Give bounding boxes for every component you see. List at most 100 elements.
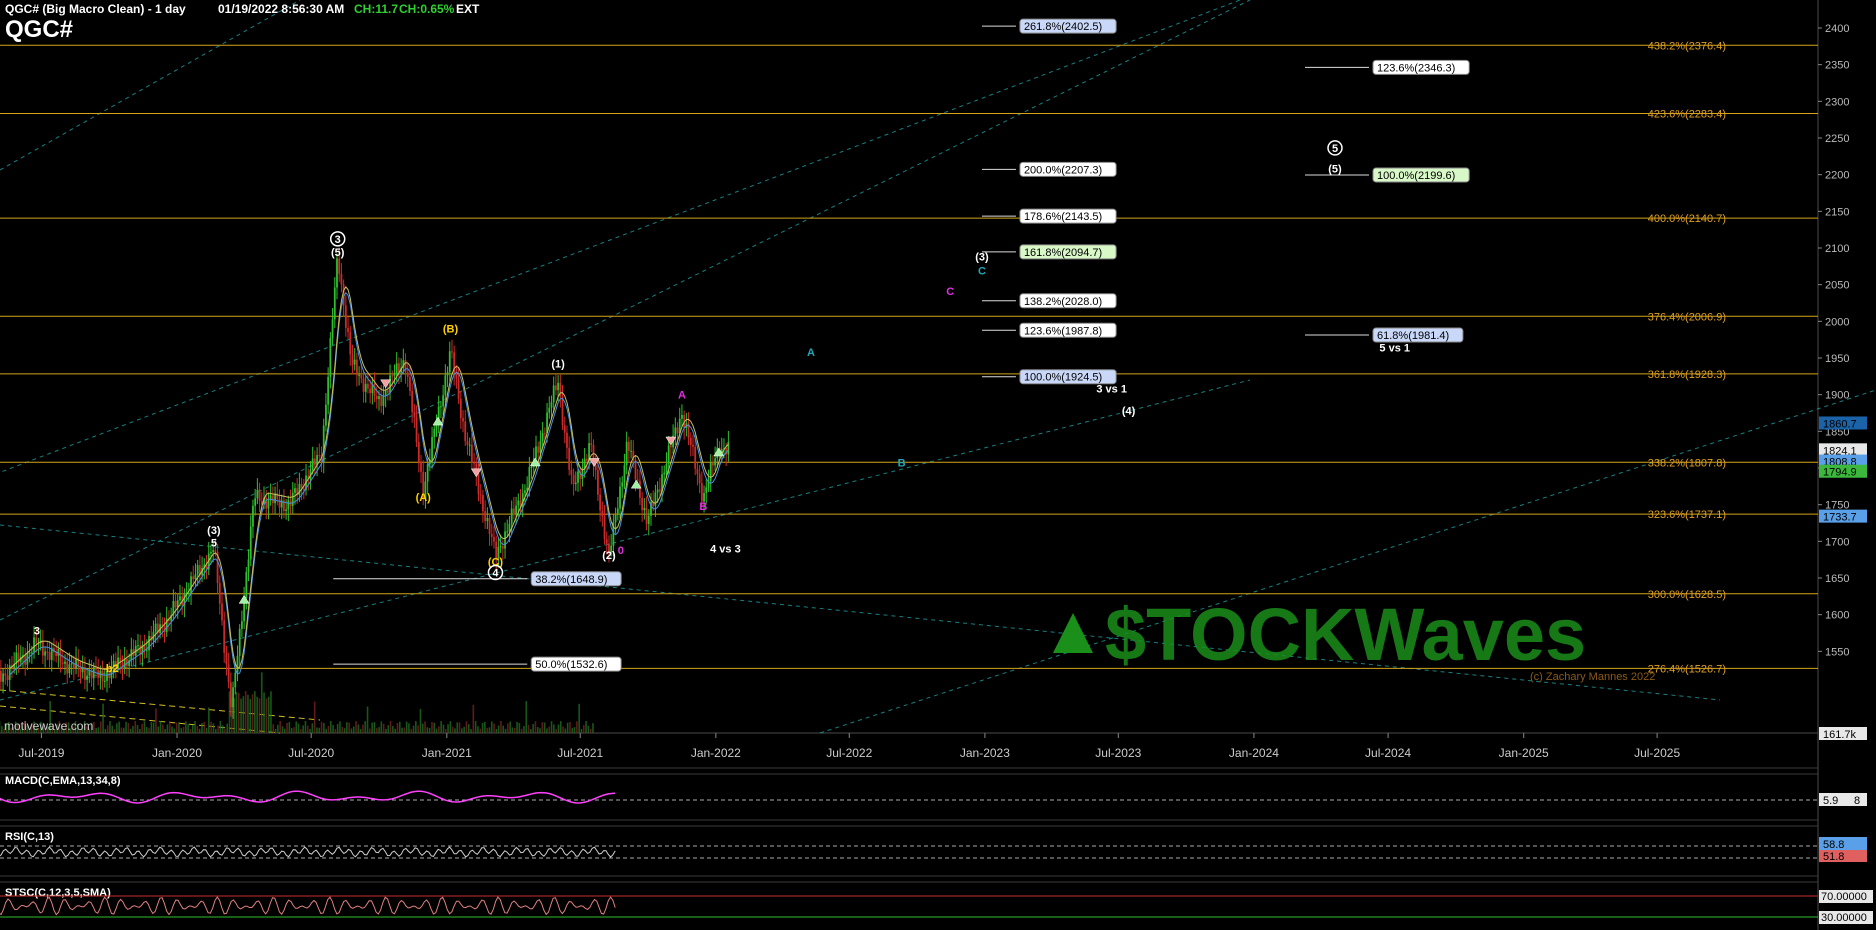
price-badge-label: 161.7k — [1823, 729, 1857, 741]
candle-body — [241, 621, 243, 629]
candle-body — [479, 494, 482, 496]
fib-level-label: 276.4%(1526.7) — [1648, 663, 1726, 675]
volume-bar — [270, 691, 272, 733]
candle-body — [311, 458, 314, 470]
candle-body — [406, 372, 409, 377]
candle-body — [349, 331, 352, 355]
symbol-label: QGC# — [5, 16, 74, 43]
price-tick-label: 2150 — [1825, 206, 1849, 218]
candle-body — [689, 437, 692, 445]
volume-bar — [523, 726, 525, 733]
volume-bar — [242, 696, 245, 733]
volume-bar — [150, 722, 153, 733]
macd-label: MACD(C,EMA,13,34,8) — [5, 775, 121, 787]
time-tick-label: Jan-2020 — [152, 746, 202, 760]
candle-body — [298, 483, 301, 496]
volume-bar — [362, 724, 364, 733]
time-tick-label: Jan-2022 — [691, 746, 741, 760]
candle-body — [145, 650, 148, 652]
volume-bar — [155, 708, 157, 733]
volume-bar — [488, 727, 491, 733]
rsi-value: 58.8 — [1823, 839, 1844, 851]
candle-body — [318, 455, 321, 457]
volume-bar — [410, 728, 413, 733]
candle-body — [329, 337, 332, 377]
projection-box-label: 138.2%(2028.0) — [1024, 296, 1102, 308]
volume-bar — [185, 721, 187, 733]
candle-body — [218, 583, 221, 604]
candle-body — [470, 444, 473, 463]
candle-body — [665, 463, 668, 473]
candle-body — [563, 425, 566, 433]
time-tick-label: Jul-2025 — [1634, 746, 1680, 760]
candle-body — [103, 680, 106, 682]
time-tick-label: Jan-2025 — [1499, 746, 1549, 760]
source-label: motivewave.com — [4, 719, 93, 733]
volume-bar — [509, 721, 511, 733]
candle-body — [57, 648, 60, 656]
candle-body — [614, 514, 617, 523]
candle-body — [636, 479, 639, 481]
candle-body — [44, 651, 46, 656]
volume-bar — [428, 727, 431, 733]
volume-bar — [212, 723, 215, 733]
change-percent: CH:0.65% — [399, 2, 455, 16]
candle-body — [333, 287, 336, 320]
volume-bar — [366, 706, 369, 733]
volume-bar — [198, 728, 201, 733]
volume-bar — [97, 727, 100, 733]
candle-body — [417, 442, 420, 463]
candle-body — [41, 640, 44, 656]
candle-body — [294, 488, 296, 493]
wave-label: C — [946, 286, 954, 298]
candle-body — [395, 363, 398, 375]
candle-body — [658, 489, 661, 492]
candle-body — [597, 470, 599, 495]
volume-bar — [304, 721, 307, 733]
volume-bar — [343, 728, 346, 733]
volume-bar — [256, 696, 258, 733]
candle-body — [35, 637, 38, 644]
candle-body — [621, 482, 624, 487]
volume-bar — [557, 724, 560, 733]
candle-body — [68, 664, 71, 674]
candle-body — [369, 388, 372, 394]
volume-bar — [543, 722, 546, 733]
volume-bar — [247, 694, 249, 733]
candle-body — [619, 486, 621, 509]
volume-bar — [433, 722, 436, 733]
candle-body — [6, 675, 9, 680]
volume-bar — [373, 722, 376, 733]
volume-bar — [576, 721, 578, 733]
candle-body — [179, 596, 181, 601]
candle-body — [641, 497, 644, 511]
volume-bar — [555, 728, 557, 733]
volume-bar — [532, 723, 534, 733]
rsi-label: RSI(C,13) — [5, 831, 54, 843]
candle-body — [692, 444, 694, 447]
volume-bar — [398, 721, 401, 733]
volume-bar — [458, 722, 461, 733]
candle-body — [229, 682, 232, 708]
volume-bar — [419, 708, 422, 733]
candle-body — [380, 396, 383, 406]
volume-bar — [336, 723, 339, 733]
time-tick-label: Jul-2022 — [826, 746, 872, 760]
fib-level-label: 423.6%(2283.4) — [1648, 109, 1726, 121]
volume-bar — [451, 726, 454, 733]
wave-label: 3 — [34, 625, 40, 637]
volume-bar — [518, 723, 521, 733]
candle-body — [433, 428, 436, 438]
volume-bar — [539, 728, 541, 733]
candle-body — [440, 406, 442, 408]
wave-label: (4) — [1122, 405, 1136, 417]
candle-body — [442, 395, 445, 407]
price-badge-label: 1860.7 — [1823, 418, 1857, 430]
volume-bar — [178, 722, 180, 733]
candle-body — [344, 305, 347, 328]
volume-bar — [497, 725, 500, 733]
volume-bar — [152, 722, 155, 733]
volume-bar — [573, 727, 576, 733]
volume-bar — [502, 725, 505, 733]
candle-body — [510, 508, 513, 524]
